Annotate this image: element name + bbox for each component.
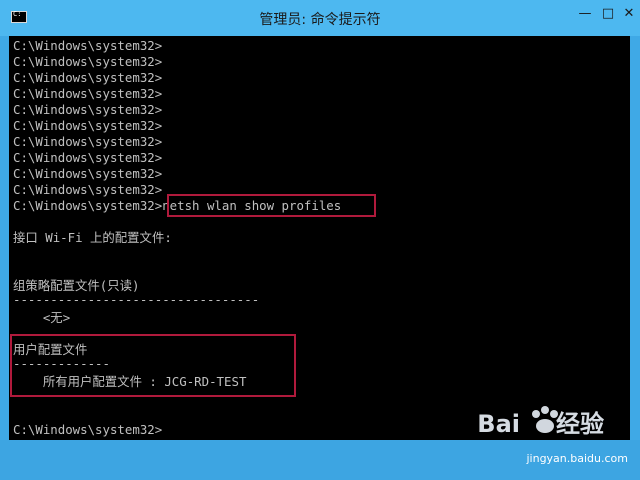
console-line: C:\Windows\system32> [13, 102, 163, 117]
cmd-window: 管理员: 命令提示符 — □ ✕ C:\Windows\system32> C:… [0, 0, 640, 480]
prompt-line: C:\Windows\system32> [13, 422, 163, 437]
close-button[interactable]: ✕ [618, 5, 640, 23]
console-line: C:\Windows\system32> [13, 118, 163, 133]
baidu-watermark: Bai 经验 [477, 404, 604, 439]
console-line: C:\Windows\system32> [13, 134, 163, 149]
command-highlight-box [167, 194, 376, 217]
console-line: C:\Windows\system32> [13, 38, 163, 53]
window-title: 管理员: 命令提示符 [259, 12, 381, 28]
minimize-button[interactable]: — [574, 5, 596, 23]
watermark-suffix: 经验 [556, 410, 604, 438]
console-line: C:\Windows\system32> [13, 86, 163, 101]
console-line: C:\Windows\system32> [13, 182, 163, 197]
watermark-brand: Bai [477, 410, 520, 438]
interface-heading: 接口 Wi-Fi 上的配置文件: [13, 230, 172, 245]
watermark-url: jingyan.baidu.com [526, 452, 628, 465]
console-line: C:\Windows\system32> [13, 150, 163, 165]
console-line: C:\Windows\system32> [13, 54, 163, 69]
maximize-button[interactable]: □ [597, 5, 619, 23]
console-line: C:\Windows\system32> [13, 166, 163, 181]
group-policy-value: <无> [13, 310, 71, 325]
console-line: C:\Windows\system32> [13, 70, 163, 85]
title-bar[interactable]: 管理员: 命令提示符 — □ ✕ [0, 0, 640, 36]
user-profile-highlight-box [10, 334, 296, 397]
separator-line: --------------------------------- [13, 292, 260, 307]
